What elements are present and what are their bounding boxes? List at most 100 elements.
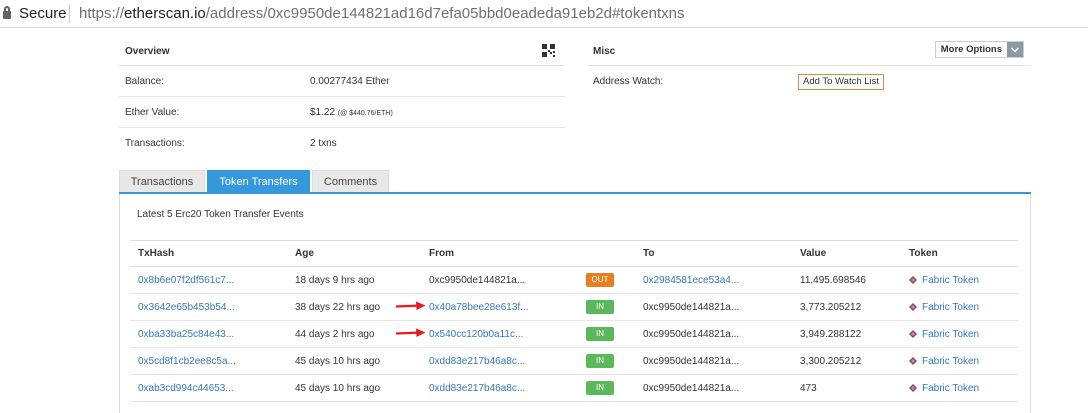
from-address-link[interactable]: 0x540cc120b0a11c...: [429, 329, 523, 340]
tab-token-transfers[interactable]: Token Transfers: [207, 170, 310, 193]
from-address-link[interactable]: 0xdd83e217b46a8c...: [429, 356, 525, 367]
to-address-link[interactable]: 0x2984581ece53a4...: [643, 275, 739, 286]
fabric-token-icon: [909, 383, 917, 392]
to-cell: 0xc9950de144821a...: [635, 374, 792, 402]
misc-panel: Misc More Options Address Watch: Add To …: [587, 37, 1031, 96]
secure-label: Secure: [19, 5, 67, 22]
token-cell: Fabric Token: [901, 266, 1018, 294]
token-cell: Fabric Token: [901, 320, 1018, 348]
to-cell: 0xc9950de144821a...: [635, 293, 792, 321]
txhash-cell: 0x3642e65b453b54...: [130, 293, 287, 321]
from-cell: 0x40a78bee28e613f...: [421, 293, 578, 321]
col-token: Token: [901, 240, 1018, 267]
txhash-cell: 0xba33ba25c84e43...: [130, 320, 287, 348]
to-address: 0xc9950de144821a...: [643, 301, 740, 313]
direction-badge: IN: [586, 354, 614, 368]
col-txhash: TxHash: [130, 240, 287, 267]
from-cell: 0xdd83e217b46a8c...: [421, 374, 578, 402]
fabric-token-icon: [909, 329, 917, 338]
direction-cell: IN: [578, 374, 635, 402]
age-cell: 45 days 10 hrs ago: [287, 347, 421, 375]
ether-value-amount: $1.22: [310, 107, 336, 118]
token-link[interactable]: Fabric Token: [922, 329, 979, 340]
to-cell: 0x2984581ece53a4...: [635, 266, 792, 294]
browser-address-bar[interactable]: Secure https://etherscan.io/address/0xc9…: [0, 0, 1088, 28]
direction-cell: IN: [578, 320, 635, 348]
fabric-token-icon: [909, 356, 917, 365]
overview-header: Overview: [119, 37, 565, 66]
token-link[interactable]: Fabric Token: [922, 356, 979, 367]
tab-bar: Transactions Token Transfers Comments: [119, 170, 391, 193]
ether-price-note: (@ $440.76/ETH): [337, 110, 393, 117]
value-cell: 3,773.205212: [792, 293, 901, 321]
tab-comments[interactable]: Comments: [312, 170, 389, 193]
transactions-row: Transactions: 2 txns: [119, 128, 565, 158]
to-address: 0xc9950de144821a...: [643, 382, 740, 394]
balance-label: Balance:: [125, 76, 164, 87]
url-domain: etherscan.io: [124, 5, 206, 22]
from-address-link[interactable]: 0xdd83e217b46a8c...: [429, 383, 525, 394]
txhash-link[interactable]: 0x8b6e07f2df561c7...: [138, 275, 234, 286]
value-cell: 3,949.288122: [792, 320, 901, 348]
from-address-link[interactable]: 0x40a78bee28e613f...: [429, 302, 529, 313]
from-address: 0xc9950de144821a...: [429, 274, 526, 286]
misc-header: Misc More Options: [587, 37, 1031, 66]
col-value: Value: [792, 240, 901, 267]
transactions-label: Transactions:: [125, 138, 185, 149]
balance-row: Balance: 0.00277434 Ether: [119, 66, 565, 97]
token-cell: Fabric Token: [901, 374, 1018, 402]
red-arrow-annotation: [396, 301, 426, 310]
from-cell: 0xdd83e217b46a8c...: [421, 347, 578, 375]
to-address: 0xc9950de144821a...: [643, 328, 740, 340]
to-cell: 0xc9950de144821a...: [635, 320, 792, 348]
tab-transactions[interactable]: Transactions: [119, 170, 205, 193]
balance-value: 0.00277434 Ether: [310, 76, 390, 87]
ether-value-label: Ether Value:: [125, 107, 180, 118]
overview-panel: Overview Balance: 0.00277434 Ether Ether…: [119, 37, 565, 158]
more-options-dropdown[interactable]: More Options: [934, 41, 1024, 58]
txhash-link[interactable]: 0x3642e65b453b54...: [138, 302, 235, 313]
ether-value-row: Ether Value: $1.22 (@ $440.76/ETH): [119, 97, 565, 128]
to-cell: 0xc9950de144821a...: [635, 347, 792, 375]
more-options-label: More Options: [940, 43, 1002, 55]
table-row: 0x8b6e07f2df561c7... 18 days 9 hrs ago 0xc…: [130, 266, 1018, 294]
col-from: From: [421, 240, 578, 267]
direction-cell: OUT: [578, 266, 635, 294]
transactions-value: 2 txns: [310, 138, 337, 149]
txhash-cell: 0xab3cd994c44653...: [130, 374, 287, 402]
table-row: 0xab3cd994c44653... 45 days 10 hrs ago 0xd…: [130, 374, 1018, 402]
direction-badge: OUT: [586, 273, 614, 287]
txhash-cell: 0x5cd8f1cb2ee8c5a...: [130, 347, 287, 375]
address-separator: [69, 5, 70, 23]
txhash-link[interactable]: 0xba33ba25c84e43...: [138, 329, 234, 340]
token-link[interactable]: Fabric Token: [922, 383, 979, 394]
table-header-row: TxHash Age From To Value Token: [130, 240, 1018, 267]
age-cell: 45 days 10 hrs ago: [287, 374, 421, 402]
token-link[interactable]: Fabric Token: [922, 275, 979, 286]
url-path: /address/0xc9950de144821ad16d7efa05bbd0e…: [205, 5, 685, 22]
misc-title: Misc: [593, 46, 616, 57]
lock-icon: [3, 6, 11, 19]
chevron-down-icon: [1007, 42, 1023, 57]
url-text[interactable]: https://etherscan.io/address/0xc9950de14…: [79, 5, 685, 22]
token-cell: Fabric Token: [901, 347, 1018, 375]
add-to-watch-list-button[interactable]: Add To Watch List: [798, 74, 885, 90]
table-row: 0x3642e65b453b54... 38 days 22 hrs ago 0x4…: [130, 293, 1018, 321]
value-cell: 3,300.205212: [792, 347, 901, 375]
qr-code-icon[interactable]: [542, 44, 555, 57]
ether-value: $1.22 (@ $440.76/ETH): [310, 107, 393, 118]
url-scheme: https://: [79, 5, 125, 22]
address-watch-row: Address Watch: Add To Watch List: [587, 66, 1031, 96]
value-cell: 11,495.698546: [792, 266, 901, 294]
table-row: 0xba33ba25c84e43... 44 days 2 hrs ago 0x54…: [130, 320, 1018, 348]
red-arrow-annotation: [396, 328, 426, 337]
txhash-cell: 0x8b6e07f2df561c7...: [130, 266, 287, 294]
table-row: 0x5cd8f1cb2ee8c5a... 45 days 10 hrs ago 0x…: [130, 347, 1018, 375]
direction-cell: IN: [578, 293, 635, 321]
direction-cell: IN: [578, 347, 635, 375]
txhash-link[interactable]: 0xab3cd994c44653...: [138, 383, 234, 394]
token-link[interactable]: Fabric Token: [922, 302, 979, 313]
age-cell: 18 days 9 hrs ago: [287, 266, 421, 294]
txhash-link[interactable]: 0x5cd8f1cb2ee8c5a...: [138, 356, 236, 367]
col-to: To: [635, 240, 792, 267]
